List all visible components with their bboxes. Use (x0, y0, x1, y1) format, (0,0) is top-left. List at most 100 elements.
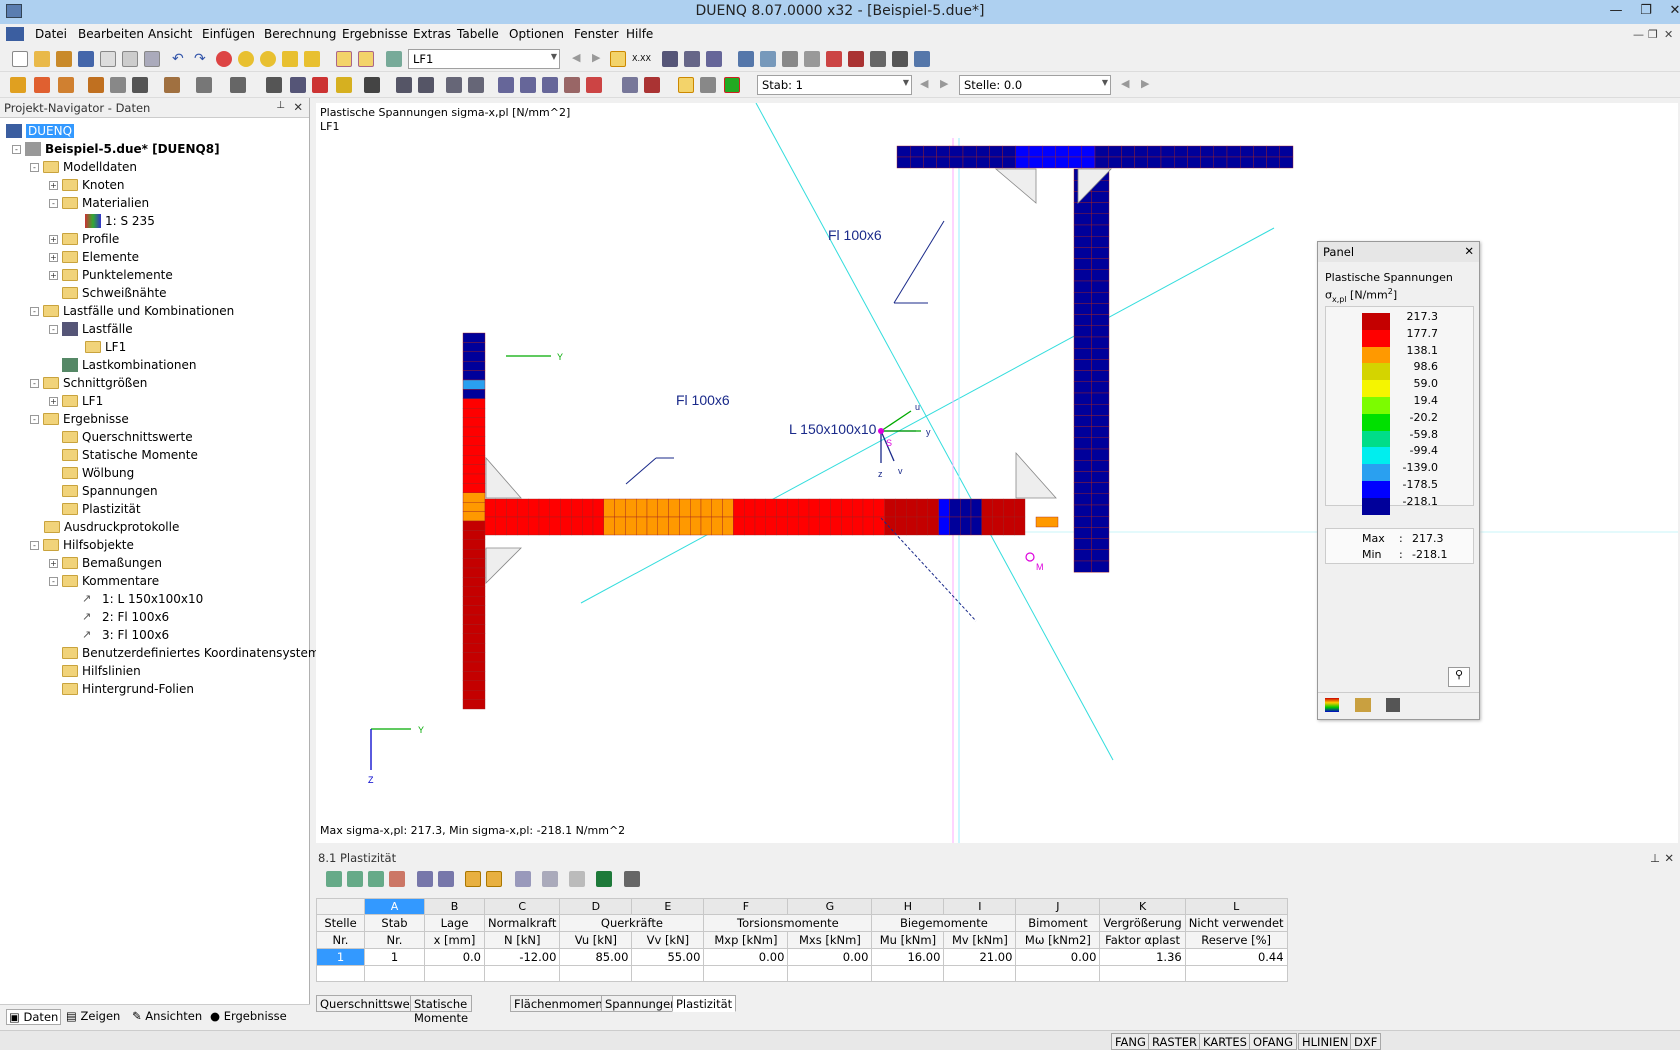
calculate-icon[interactable] (662, 51, 678, 67)
minimize-button[interactable]: — (1601, 0, 1631, 22)
zoom-legend-icon[interactable]: ⚲ (1448, 667, 1470, 687)
menu-ergebnisse[interactable]: Ergebnisse (342, 27, 408, 41)
status-hlinien[interactable]: HLINIEN (1298, 1033, 1353, 1050)
status-ofang[interactable]: OFANG (1249, 1033, 1297, 1050)
collapse-icon[interactable]: - (49, 576, 58, 586)
table-icon[interactable] (347, 871, 363, 887)
balance-icon[interactable] (1355, 698, 1371, 712)
zoom-icon[interactable] (216, 51, 232, 67)
weld-icon[interactable] (132, 77, 148, 93)
table-cell[interactable]: 1 (364, 948, 425, 966)
collapse-icon[interactable]: - (30, 414, 39, 424)
color-scale-icon[interactable] (724, 77, 740, 93)
tree-node-statische-momente[interactable]: Statische Momente (62, 446, 198, 464)
menu-ansicht[interactable]: Ansicht (148, 27, 192, 41)
point-element-icon[interactable] (110, 77, 126, 93)
close-button[interactable]: ✕ (1660, 0, 1680, 22)
loadcase-select[interactable]: LF1 ▼ (408, 49, 560, 69)
collapse-icon[interactable]: - (49, 324, 58, 334)
filter-icon[interactable] (870, 51, 886, 67)
next-loadcase-icon[interactable]: ▶ (592, 51, 600, 64)
section-tool-icon[interactable] (290, 77, 306, 93)
sigma-x-icon[interactable] (498, 77, 514, 93)
expand-icon[interactable]: + (49, 558, 58, 568)
tree-node-lastkombinationen[interactable]: Lastkombinationen (62, 356, 196, 374)
calculator-icon[interactable] (624, 871, 640, 887)
table-cell[interactable]: 0.44 (1184, 948, 1288, 966)
print-icon[interactable] (122, 51, 138, 67)
menu-einfuegen[interactable]: Einfügen (202, 27, 255, 41)
col-letter[interactable]: A (364, 898, 425, 915)
save-icon[interactable] (78, 51, 94, 67)
filter-icon[interactable] (486, 871, 502, 887)
tab-spannungen[interactable]: Spannungen (601, 995, 682, 1012)
col-letter[interactable]: C (483, 898, 561, 915)
tab-ergebnisse[interactable]: ● Ergebnisse (210, 1009, 287, 1023)
maximize-button[interactable]: ❐ (1631, 0, 1661, 22)
new-file-icon[interactable] (12, 51, 28, 67)
tree-node-kommentar-1[interactable]: ↗ 1: L 150x100x10 (82, 590, 203, 608)
table-cell[interactable]: 0.00 (1015, 948, 1101, 966)
menu-bearbeiten[interactable]: Bearbeiten (78, 27, 144, 41)
tree-node-lastfaelle[interactable]: - Lastfälle (49, 320, 133, 338)
col-letter[interactable]: K (1099, 898, 1186, 915)
table-cell[interactable]: 0.00 (787, 948, 873, 966)
copy-icon[interactable] (304, 51, 320, 67)
dimension-icon[interactable] (164, 77, 180, 93)
close-icon[interactable]: ✕ (293, 100, 303, 114)
table-cell[interactable]: 21.00 (943, 948, 1017, 966)
tree-node-lastfaelle-kombinationen[interactable]: - Lastfälle und Kombinationen (30, 302, 234, 320)
expand-icon[interactable]: + (49, 234, 58, 244)
col-letter[interactable]: B (424, 898, 485, 915)
prev-loadcase-icon[interactable]: ◀ (572, 51, 580, 64)
qu-icon[interactable] (396, 77, 412, 93)
collapse-icon[interactable]: - (12, 144, 21, 154)
collapse-icon[interactable]: - (30, 162, 39, 172)
next-icon[interactable] (438, 871, 454, 887)
menu-berechnung[interactable]: Berechnung (264, 27, 336, 41)
menu-datei[interactable]: Datei (35, 27, 67, 41)
print-icon[interactable] (569, 871, 585, 887)
panel-toggle-icon[interactable] (358, 51, 374, 67)
arc-icon[interactable] (58, 77, 74, 93)
columns-icon[interactable] (515, 871, 531, 887)
col-letter[interactable]: E (631, 898, 705, 915)
values-icon[interactable] (678, 77, 694, 93)
tree-node-kommentare[interactable]: - Kommentare (49, 572, 159, 590)
table-cell[interactable]: 1.36 (1099, 948, 1186, 966)
next-stab-icon[interactable]: ▶ (940, 77, 948, 90)
delete-icon[interactable] (848, 51, 864, 67)
stab-select[interactable]: Stab: 1 ▼ (757, 75, 912, 95)
tree-node-duenq[interactable]: DUENQ (6, 122, 75, 140)
table-row[interactable]: 1 1 0.0 -12.00 85.00 55.00 0.00 0.00 16.… (316, 948, 1288, 966)
filter-icon[interactable] (465, 871, 481, 887)
mdi-close-button[interactable]: ✕ (1664, 28, 1673, 41)
tree-node-knoten[interactable]: + Knoten (49, 176, 125, 194)
tree-node-hintergrund-folien[interactable]: Hintergrund-Folien (62, 680, 194, 698)
status-raster[interactable]: RASTER (1148, 1033, 1201, 1050)
coordinate-icon[interactable] (230, 77, 246, 93)
select-icon[interactable] (260, 51, 276, 67)
tree-node-kommentar-3[interactable]: ↗ 3: Fl 100x6 (82, 626, 169, 644)
table-cell[interactable]: 85.00 (559, 948, 633, 966)
snap-icon[interactable] (760, 51, 776, 67)
col-letter[interactable]: G (787, 898, 873, 915)
col-letter[interactable]: F (703, 898, 789, 915)
tree-node-profile[interactable]: + Profile (49, 230, 119, 248)
tree-node-s235[interactable]: 1: S 235 (85, 212, 155, 230)
open-folder-icon[interactable] (34, 51, 50, 67)
tab-daten[interactable]: ▣ Daten (6, 1009, 62, 1025)
graphic-icon[interactable] (622, 77, 638, 93)
pin-icon[interactable]: ⊥ (276, 100, 285, 111)
menu-tabelle[interactable]: Tabelle (457, 27, 499, 41)
tree-node-hilfsobjekte[interactable]: - Hilfsobjekte (30, 536, 134, 554)
warning-icon[interactable] (826, 51, 842, 67)
color-scale-icon[interactable] (1325, 698, 1339, 712)
tab-ansichten[interactable]: ✎ Ansichten (132, 1009, 202, 1023)
tau-icon[interactable] (520, 77, 536, 93)
expand-icon[interactable]: + (49, 180, 58, 190)
lines-icon[interactable] (700, 77, 716, 93)
print-graphic-icon[interactable] (144, 51, 160, 67)
tension-icon[interactable] (336, 77, 352, 93)
table-cell[interactable]: 0.0 (424, 948, 485, 966)
